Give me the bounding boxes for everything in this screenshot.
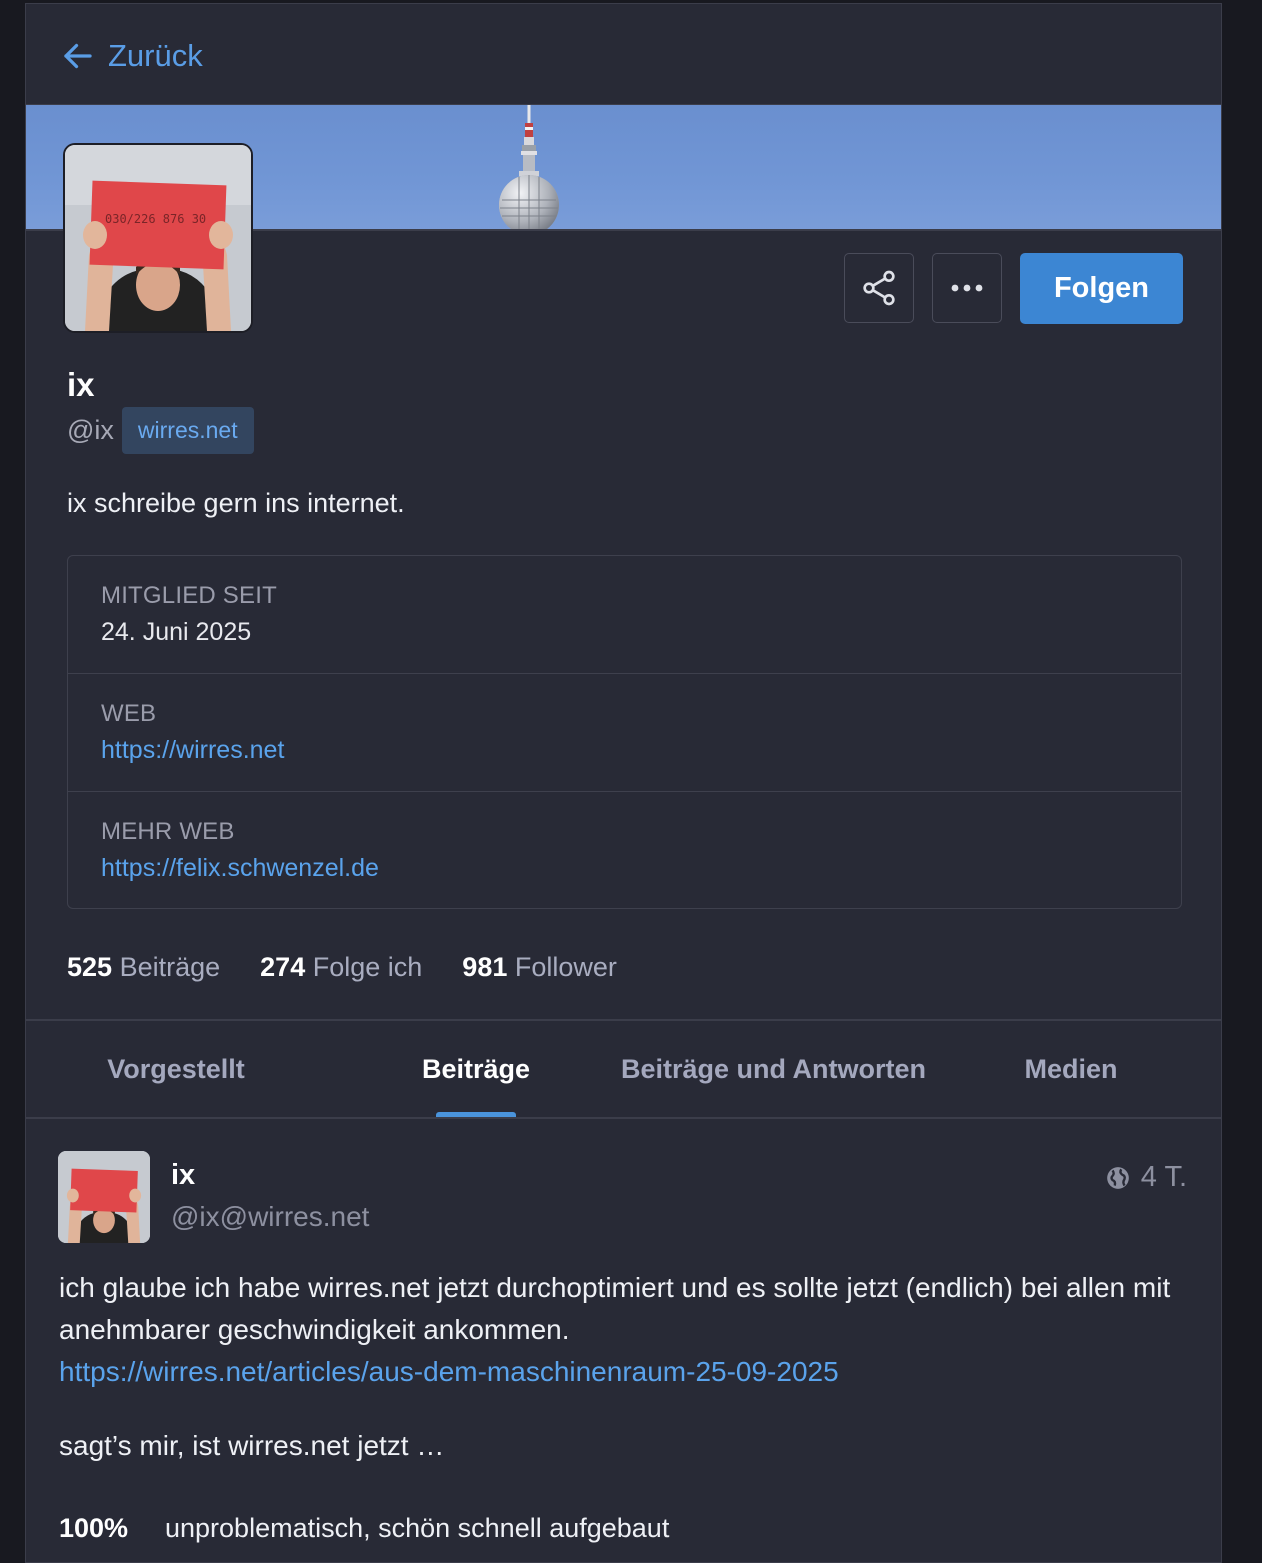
tab-featured[interactable]: Vorgestellt <box>66 1020 286 1118</box>
stat-posts[interactable]: 525 Beiträge <box>67 952 220 983</box>
poll-question: sagt’s mir, ist wirres.net jetzt … <box>59 1430 445 1461</box>
stat-label: Follower <box>514 952 617 982</box>
stat-label: Beiträge <box>119 952 221 982</box>
tab-posts-and-replies[interactable]: Beiträge und Antworten <box>616 1020 931 1118</box>
stat-label: Folge ich <box>312 952 423 982</box>
account-handle: @ix <box>67 415 114 445</box>
more-options-button[interactable] <box>932 253 1002 323</box>
post-author-handle: @ix@wirres.net <box>171 1201 370 1232</box>
share-icon <box>863 270 895 306</box>
profile-fields: Mitglied seit 24. Juni 2025 Web https://… <box>67 555 1182 909</box>
tab-media[interactable]: Medien <box>986 1020 1156 1118</box>
globe-icon <box>1106 1166 1129 1189</box>
profile-bio: ix schreibe gern ins internet. <box>67 488 405 518</box>
post-item[interactable]: ix @ix@wirres.net 4 T. ich glaube ich ha… <box>26 1119 1221 1562</box>
field-label: Mehr Web <box>101 818 235 845</box>
avatar-photo: 030/226 876 30 <box>65 145 251 331</box>
post-timestamp[interactable]: 4 T. <box>1141 1161 1187 1194</box>
display-name: ix <box>67 366 95 403</box>
profile-column: Zurück 030/226 876 30 Folgen ix @ix wirr… <box>25 3 1222 1563</box>
field-label: Web <box>101 700 157 727</box>
back-button[interactable]: Zurück <box>60 34 203 78</box>
post-author-avatar[interactable] <box>58 1151 150 1243</box>
field-value: 24. Juni 2025 <box>101 618 252 646</box>
poll-option-label: unproblematisch, schön schnell aufgebaut <box>165 1513 670 1543</box>
field-label: Mitglied seit <box>101 582 277 609</box>
handle-row: @ix wirres.net <box>67 407 254 454</box>
post-link[interactable]: https://wirres.net/articles/aus-dem-masc… <box>59 1351 1179 1393</box>
field-more-web: Mehr Web https://felix.schwenzel.de <box>68 792 1181 910</box>
follow-button[interactable]: Folgen <box>1020 253 1183 324</box>
tv-tower-image <box>499 105 559 231</box>
field-member-since: Mitglied seit 24. Juni 2025 <box>68 556 1181 674</box>
arrow-left-icon <box>64 43 92 69</box>
profile-avatar[interactable]: 030/226 876 30 <box>63 143 253 333</box>
stat-count: 525 <box>67 952 113 982</box>
poll-percent: 100% <box>59 1513 129 1543</box>
poll-option: 100% unproblematisch, schön schnell aufg… <box>59 1507 1179 1549</box>
back-label: Zurück <box>108 38 203 73</box>
post-text: ich glaube ich habe wirres.net jetzt dur… <box>59 1272 1171 1345</box>
domain-badge[interactable]: wirres.net <box>121 407 254 454</box>
field-web: Web https://wirres.net <box>68 674 1181 792</box>
tab-posts[interactable]: Beiträge <box>366 1020 586 1118</box>
post-meta: 4 T. <box>1105 1161 1187 1194</box>
stat-count: 981 <box>462 952 508 982</box>
profile-tabs: Vorgestellt Beiträge Beiträge und Antwor… <box>26 1020 1221 1118</box>
avatar-photo <box>58 1151 150 1243</box>
stat-followers[interactable]: 981 Follower <box>462 952 617 983</box>
stat-following[interactable]: 274 Folge ich <box>260 952 422 983</box>
post-content: ich glaube ich habe wirres.net jetzt dur… <box>59 1267 1179 1549</box>
profile-stats: 525 Beiträge 274 Folge ich 981 Follower <box>67 952 617 983</box>
more-web-link[interactable]: https://felix.schwenzel.de <box>101 854 1181 883</box>
web-link[interactable]: https://wirres.net <box>101 736 1181 765</box>
ellipsis-icon <box>951 284 983 292</box>
share-button[interactable] <box>844 253 914 323</box>
avatar-sign-text: 030/226 876 30 <box>105 212 206 226</box>
post-author-name[interactable]: ix <box>171 1159 195 1192</box>
stat-count: 274 <box>260 952 306 982</box>
